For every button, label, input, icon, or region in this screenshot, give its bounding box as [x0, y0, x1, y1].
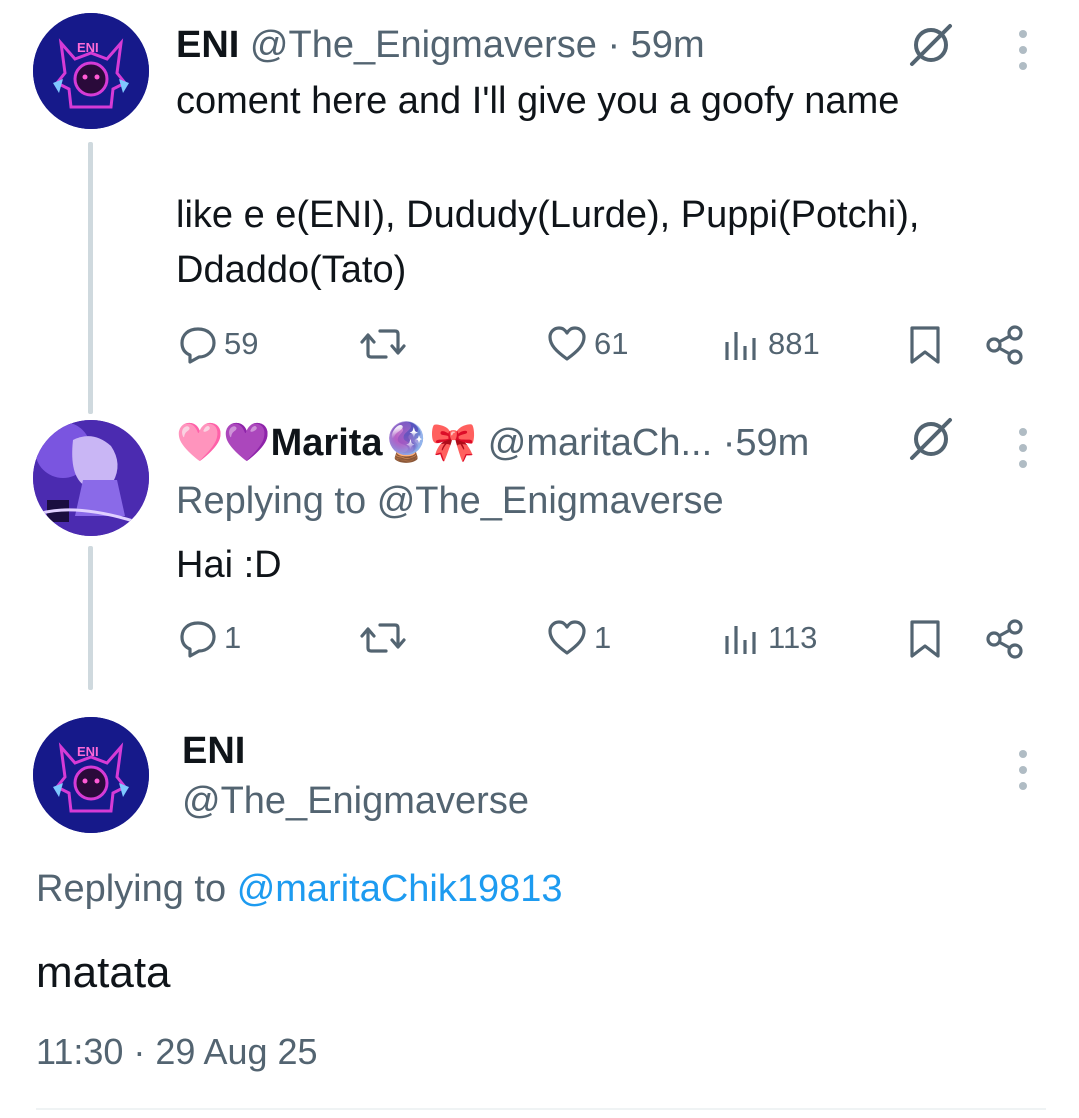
author-handle[interactable]: @The_Enigmaverse	[250, 24, 597, 66]
views-button[interactable]: 113	[722, 618, 817, 658]
like-button[interactable]: 1	[546, 618, 611, 658]
more-options-icon[interactable]	[1019, 30, 1029, 78]
tweet2-text: Hai :D	[176, 544, 282, 586]
tweet3-text: matata	[36, 948, 171, 997]
grok-icon[interactable]	[906, 414, 956, 469]
replying-to: Replying to @maritaChik19813	[36, 870, 563, 908]
author-name[interactable]: ENI	[176, 24, 239, 66]
separator-dot: ·	[722, 422, 736, 464]
reply-button[interactable]: 59	[178, 324, 258, 364]
tweet1-text-line2: like e e(ENI), Dududy(Lurde), Puppi(Potc…	[176, 194, 920, 236]
separator-dot: ·	[607, 24, 621, 66]
reply-button[interactable]: 1	[178, 618, 241, 658]
avatar-marita[interactable]	[33, 420, 149, 536]
heart-icon	[548, 326, 586, 361]
replying-to: Replying to @The_Enigmaverse	[176, 482, 724, 520]
author-name[interactable]: ENI	[182, 730, 245, 772]
reply-icon	[180, 621, 216, 658]
avatar-text: ENI	[77, 744, 99, 759]
avatar-eni[interactable]: ENI	[33, 717, 149, 833]
view-count: 113	[768, 620, 818, 655]
view-count: 881	[768, 326, 820, 361]
thread-line	[88, 142, 93, 414]
analytics-icon	[725, 626, 756, 654]
replying-handle[interactable]: @The_Enigmaverse	[377, 480, 724, 522]
tweet1-text-line3: Ddaddo(Tato)	[176, 249, 407, 291]
author-handle[interactable]: @maritaCh...	[488, 422, 712, 464]
tweet1-text-line1: coment here and I'll give you a goofy na…	[176, 80, 900, 122]
like-count: 61	[594, 326, 629, 361]
bookmark-icon	[910, 326, 940, 364]
share-button[interactable]	[984, 324, 1026, 366]
tweet-time[interactable]: 59m	[631, 24, 705, 66]
reply-count: 1	[224, 620, 242, 655]
eni-avatar-art-icon	[33, 717, 149, 833]
share-button[interactable]	[984, 618, 1026, 660]
tweet3-author-handle: @The_Enigmaverse	[182, 782, 529, 820]
retweet-icon	[360, 623, 406, 653]
more-options-icon[interactable]	[1019, 428, 1029, 476]
retweet-button[interactable]	[360, 324, 406, 364]
more-options-icon[interactable]	[1019, 750, 1029, 798]
tweet3-author-name: ENI	[182, 732, 245, 770]
eni-avatar-art-icon	[33, 13, 149, 129]
share-icon	[986, 325, 1023, 365]
thread-line	[88, 546, 93, 690]
bookmark-button[interactable]	[908, 618, 942, 660]
divider	[36, 1108, 1046, 1110]
tweet2-header: 🩷💜Marita🔮🎀 @maritaCh... ·59m	[176, 424, 809, 462]
avatar-text: ENI	[77, 40, 99, 55]
share-icon	[986, 619, 1023, 659]
bookmark-button[interactable]	[908, 324, 942, 366]
author-handle[interactable]: @The_Enigmaverse	[182, 780, 529, 822]
name-prefix-emoji: 🩷💜	[176, 422, 271, 464]
like-button[interactable]: 61	[546, 324, 628, 364]
author-name[interactable]: Marita	[271, 422, 383, 464]
tweet-time[interactable]: 59m	[735, 422, 809, 464]
avatar-eni[interactable]: ENI	[33, 13, 149, 129]
like-count: 1	[594, 620, 612, 655]
replying-prefix: Replying to	[36, 868, 227, 910]
heart-icon	[548, 620, 586, 655]
views-button[interactable]: 881	[722, 324, 820, 364]
retweet-icon	[360, 329, 406, 359]
bookmark-icon	[910, 620, 940, 658]
replying-handle[interactable]: @maritaChik19813	[237, 868, 563, 910]
marita-avatar-art-icon	[33, 420, 149, 536]
tweet1-header: ENI @The_Enigmaverse · 59m	[176, 26, 705, 64]
retweet-button[interactable]	[360, 618, 406, 658]
tweet-timestamp[interactable]: 11:30 · 29 Aug 25	[36, 1031, 318, 1073]
name-suffix-emoji: 🔮🎀	[382, 422, 478, 464]
analytics-icon	[725, 332, 756, 360]
grok-icon[interactable]	[906, 20, 956, 75]
reply-count: 59	[224, 326, 259, 361]
replying-prefix: Replying to	[176, 480, 367, 522]
reply-icon	[180, 327, 216, 364]
